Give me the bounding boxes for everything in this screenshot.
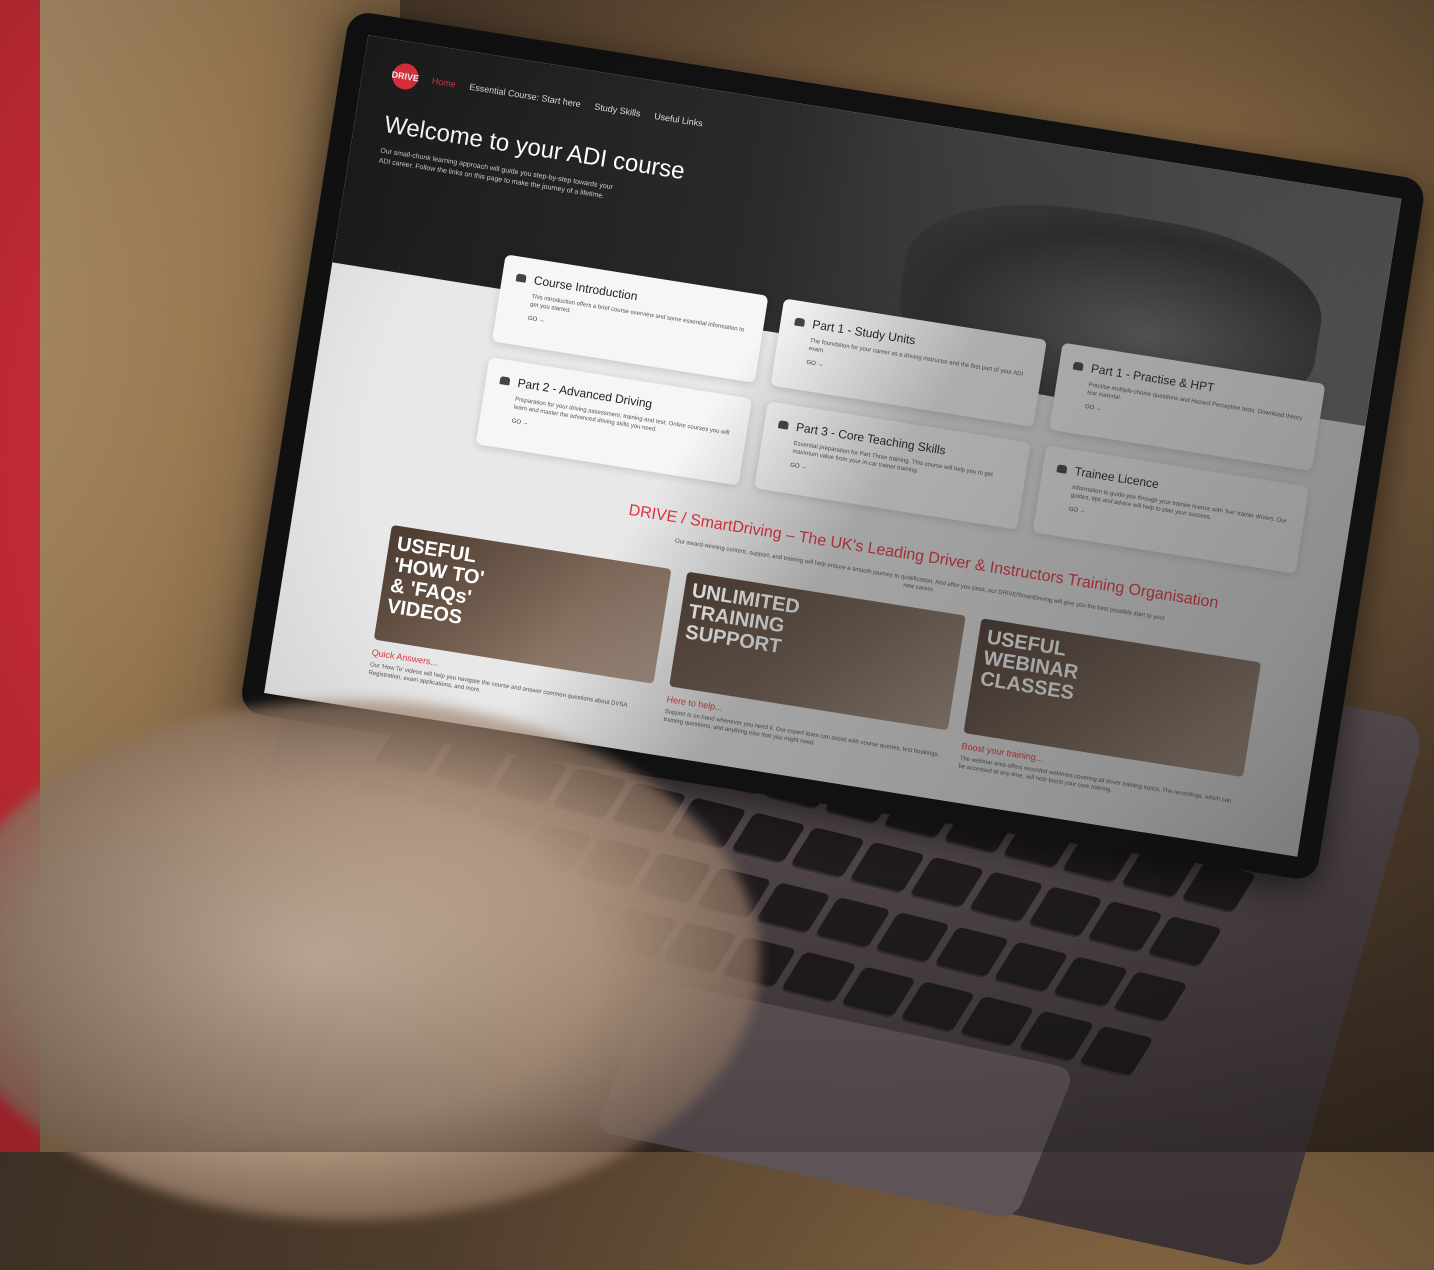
promo-videos: USEFUL 'HOW TO' & 'FAQs' VIDEOS Quick An…	[368, 524, 672, 722]
nav-useful-links[interactable]: Useful Links	[654, 111, 704, 129]
car-icon	[1056, 464, 1068, 474]
nav-home[interactable]: Home	[431, 76, 456, 90]
car-icon	[499, 376, 511, 386]
card-part2-advanced-driving[interactable]: Part 2 - Advanced Driving Preparation fo…	[475, 357, 753, 486]
nav-essential-course[interactable]: Essential Course: Start here	[469, 82, 582, 109]
card-trainee-licence[interactable]: Trainee Licence Information to guide you…	[1032, 445, 1310, 574]
card-part3-core-teaching-skills[interactable]: Part 3 - Core Teaching Skills Essential …	[754, 401, 1031, 530]
nav-study-skills[interactable]: Study Skills	[594, 101, 642, 118]
car-icon	[1072, 361, 1084, 372]
car-icon	[515, 273, 527, 283]
promo-webinars: USEFUL WEBINAR CLASSES Boost your traini…	[958, 618, 1262, 815]
car-icon	[777, 420, 789, 430]
car-icon	[794, 317, 806, 327]
promo-support: UNLIMITED TRAINING SUPPORT Here to help.…	[663, 571, 967, 769]
site-logo[interactable]: DRIVE	[390, 61, 421, 92]
